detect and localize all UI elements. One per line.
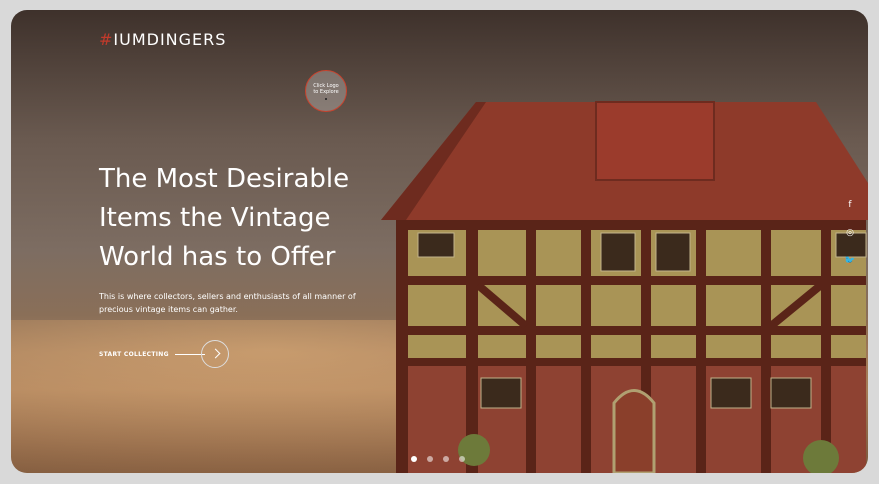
twitter-icon[interactable]: 🐦	[844, 256, 856, 266]
headline-line-2: Items the Vintage	[99, 203, 331, 233]
vintage-house-image	[381, 101, 868, 473]
logo-hash: #	[99, 30, 114, 49]
slider-dot-4[interactable]	[459, 456, 465, 462]
hero-subtext: This is where collectors, sellers and en…	[99, 292, 356, 314]
explore-hint: Click Logo to Explore	[305, 70, 347, 112]
logo-text: IUMDINGERS	[113, 30, 227, 49]
slider-dots	[411, 456, 465, 462]
arrow-right-icon	[200, 340, 229, 368]
cursor-dot	[325, 97, 327, 100]
headline-line-1: The Most Desirable	[99, 164, 350, 194]
social-links: f ◎ 🐦	[844, 200, 856, 266]
hero-frame: #IUMDINGERS Click Logo to Explore The Mo…	[11, 10, 868, 473]
slider-dot-3[interactable]	[443, 456, 449, 462]
site-logo[interactable]: #IUMDINGERS	[99, 30, 226, 49]
headline-line-3: World has to Offer	[99, 242, 336, 272]
cta-label: START COLLECTING	[99, 350, 169, 358]
instagram-icon[interactable]: ◎	[844, 228, 856, 238]
hint-line-2: to Explore	[313, 88, 339, 95]
facebook-icon[interactable]: f	[844, 200, 856, 210]
slider-dot-1[interactable]	[411, 456, 417, 462]
slider-dot-2[interactable]	[427, 456, 433, 462]
start-collecting-button[interactable]: START COLLECTING	[99, 340, 229, 368]
hero-headline: The Most Desirable Items the Vintage Wor…	[99, 160, 399, 277]
